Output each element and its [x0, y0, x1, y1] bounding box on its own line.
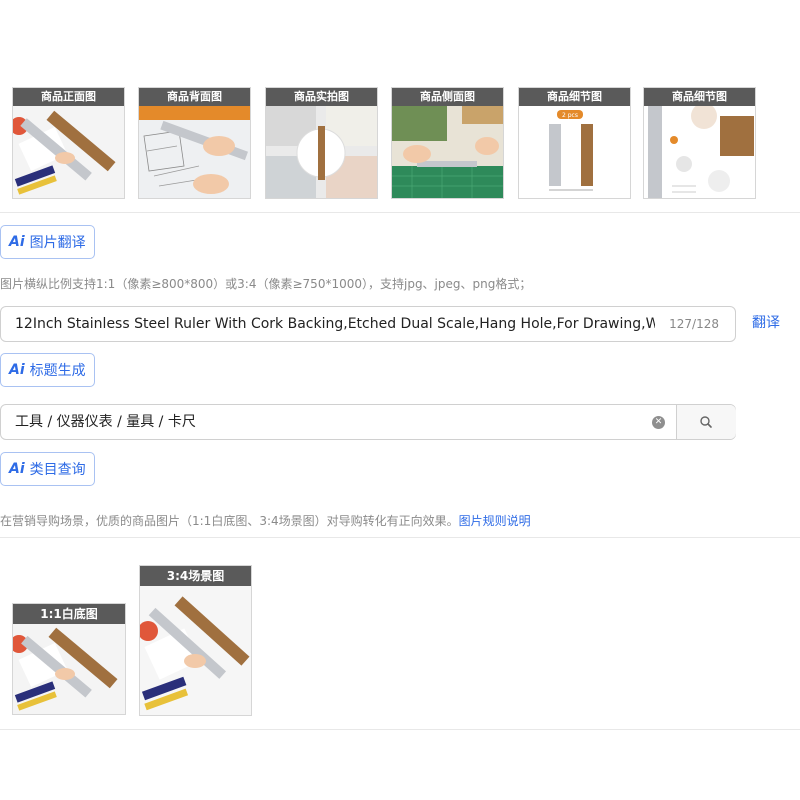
- thumb-caption: 商品细节图: [644, 88, 755, 106]
- product-thumb-side[interactable]: 商品侧面图: [391, 87, 504, 199]
- side-image: [392, 106, 503, 198]
- thumb-caption: 商品细节图: [519, 88, 630, 106]
- ai-image-translate-button[interactable]: Ai 图片翻译: [0, 225, 95, 259]
- white-bg-image: [13, 624, 125, 714]
- product-image-gallery: 商品正面图 商品背面图 商品实拍图 商品侧面图 商品细节图 2 pcs 商品细节…: [0, 87, 800, 199]
- detail-image-2: [644, 106, 755, 198]
- ai-title-generate-label: 标题生成: [29, 363, 86, 379]
- thumb-caption: 商品实拍图: [266, 88, 377, 106]
- category-search-button[interactable]: [676, 405, 736, 439]
- product-thumb-detail-1[interactable]: 商品细节图 2 pcs: [518, 87, 631, 199]
- image-requirements-hint: 图片横纵比例支持1:1（像素≥800*800）或3:4（像素≥750*1000）…: [0, 277, 532, 291]
- section-divider: [0, 212, 800, 213]
- product-thumb-back[interactable]: 商品背面图: [138, 87, 251, 199]
- ai-category-query-button[interactable]: Ai 类目查询: [0, 452, 95, 486]
- thumb-caption: 商品正面图: [13, 88, 124, 106]
- ai-icon: Ai: [9, 461, 25, 477]
- thumb-caption: 商品侧面图: [392, 88, 503, 106]
- pcs-badge: 2 pcs: [562, 112, 578, 119]
- image-rules-link[interactable]: 图片规则说明: [459, 514, 531, 528]
- product-thumb-real[interactable]: 商品实拍图: [265, 87, 378, 199]
- scene-image: [140, 586, 251, 715]
- thumb-caption: 商品背面图: [139, 88, 250, 106]
- front-image: [13, 106, 124, 198]
- scene-image-3-4[interactable]: 3:4场景图: [139, 565, 252, 716]
- ai-image-translate-label: 图片翻译: [29, 235, 86, 251]
- marketing-image-hint: 在营销导购场景，优质的商品图片（1:1白底图、3:4场景图）对导购转化有正向效果…: [0, 512, 531, 529]
- search-icon: [700, 416, 712, 428]
- scene-caption: 3:4场景图: [140, 566, 251, 586]
- ai-icon: Ai: [9, 234, 25, 250]
- product-thumb-front[interactable]: 商品正面图: [12, 87, 125, 199]
- white-bg-caption: 1:1白底图: [13, 604, 125, 624]
- product-title-input[interactable]: 12Inch Stainless Steel Ruler With Cork B…: [0, 306, 736, 342]
- back-image: [139, 106, 250, 198]
- category-search-input[interactable]: 工具 / 仪器仪表 / 量具 / 卡尺 ✕: [0, 404, 736, 440]
- title-input-value: 12Inch Stainless Steel Ruler With Cork B…: [15, 316, 655, 332]
- title-char-counter: 127/128: [669, 317, 719, 331]
- real-photo-image: [266, 106, 377, 198]
- translate-title-link[interactable]: 翻译: [752, 306, 780, 340]
- marketing-hint-text: 在营销导购场景，优质的商品图片（1:1白底图、3:4场景图）对导购转化有正向效果…: [0, 514, 459, 528]
- detail-image-1: 2 pcs: [519, 106, 630, 198]
- section-divider: [0, 729, 800, 730]
- product-thumb-detail-2[interactable]: 商品细节图: [643, 87, 756, 199]
- ai-category-query-label: 类目查询: [29, 462, 86, 478]
- clear-icon[interactable]: ✕: [652, 416, 665, 429]
- section-divider: [0, 537, 800, 538]
- category-path-value: 工具 / 仪器仪表 / 量具 / 卡尺: [15, 414, 196, 430]
- white-bg-image-1-1[interactable]: 1:1白底图: [12, 603, 126, 715]
- ai-icon: Ai: [9, 362, 25, 378]
- ai-title-generate-button[interactable]: Ai 标题生成: [0, 353, 95, 387]
